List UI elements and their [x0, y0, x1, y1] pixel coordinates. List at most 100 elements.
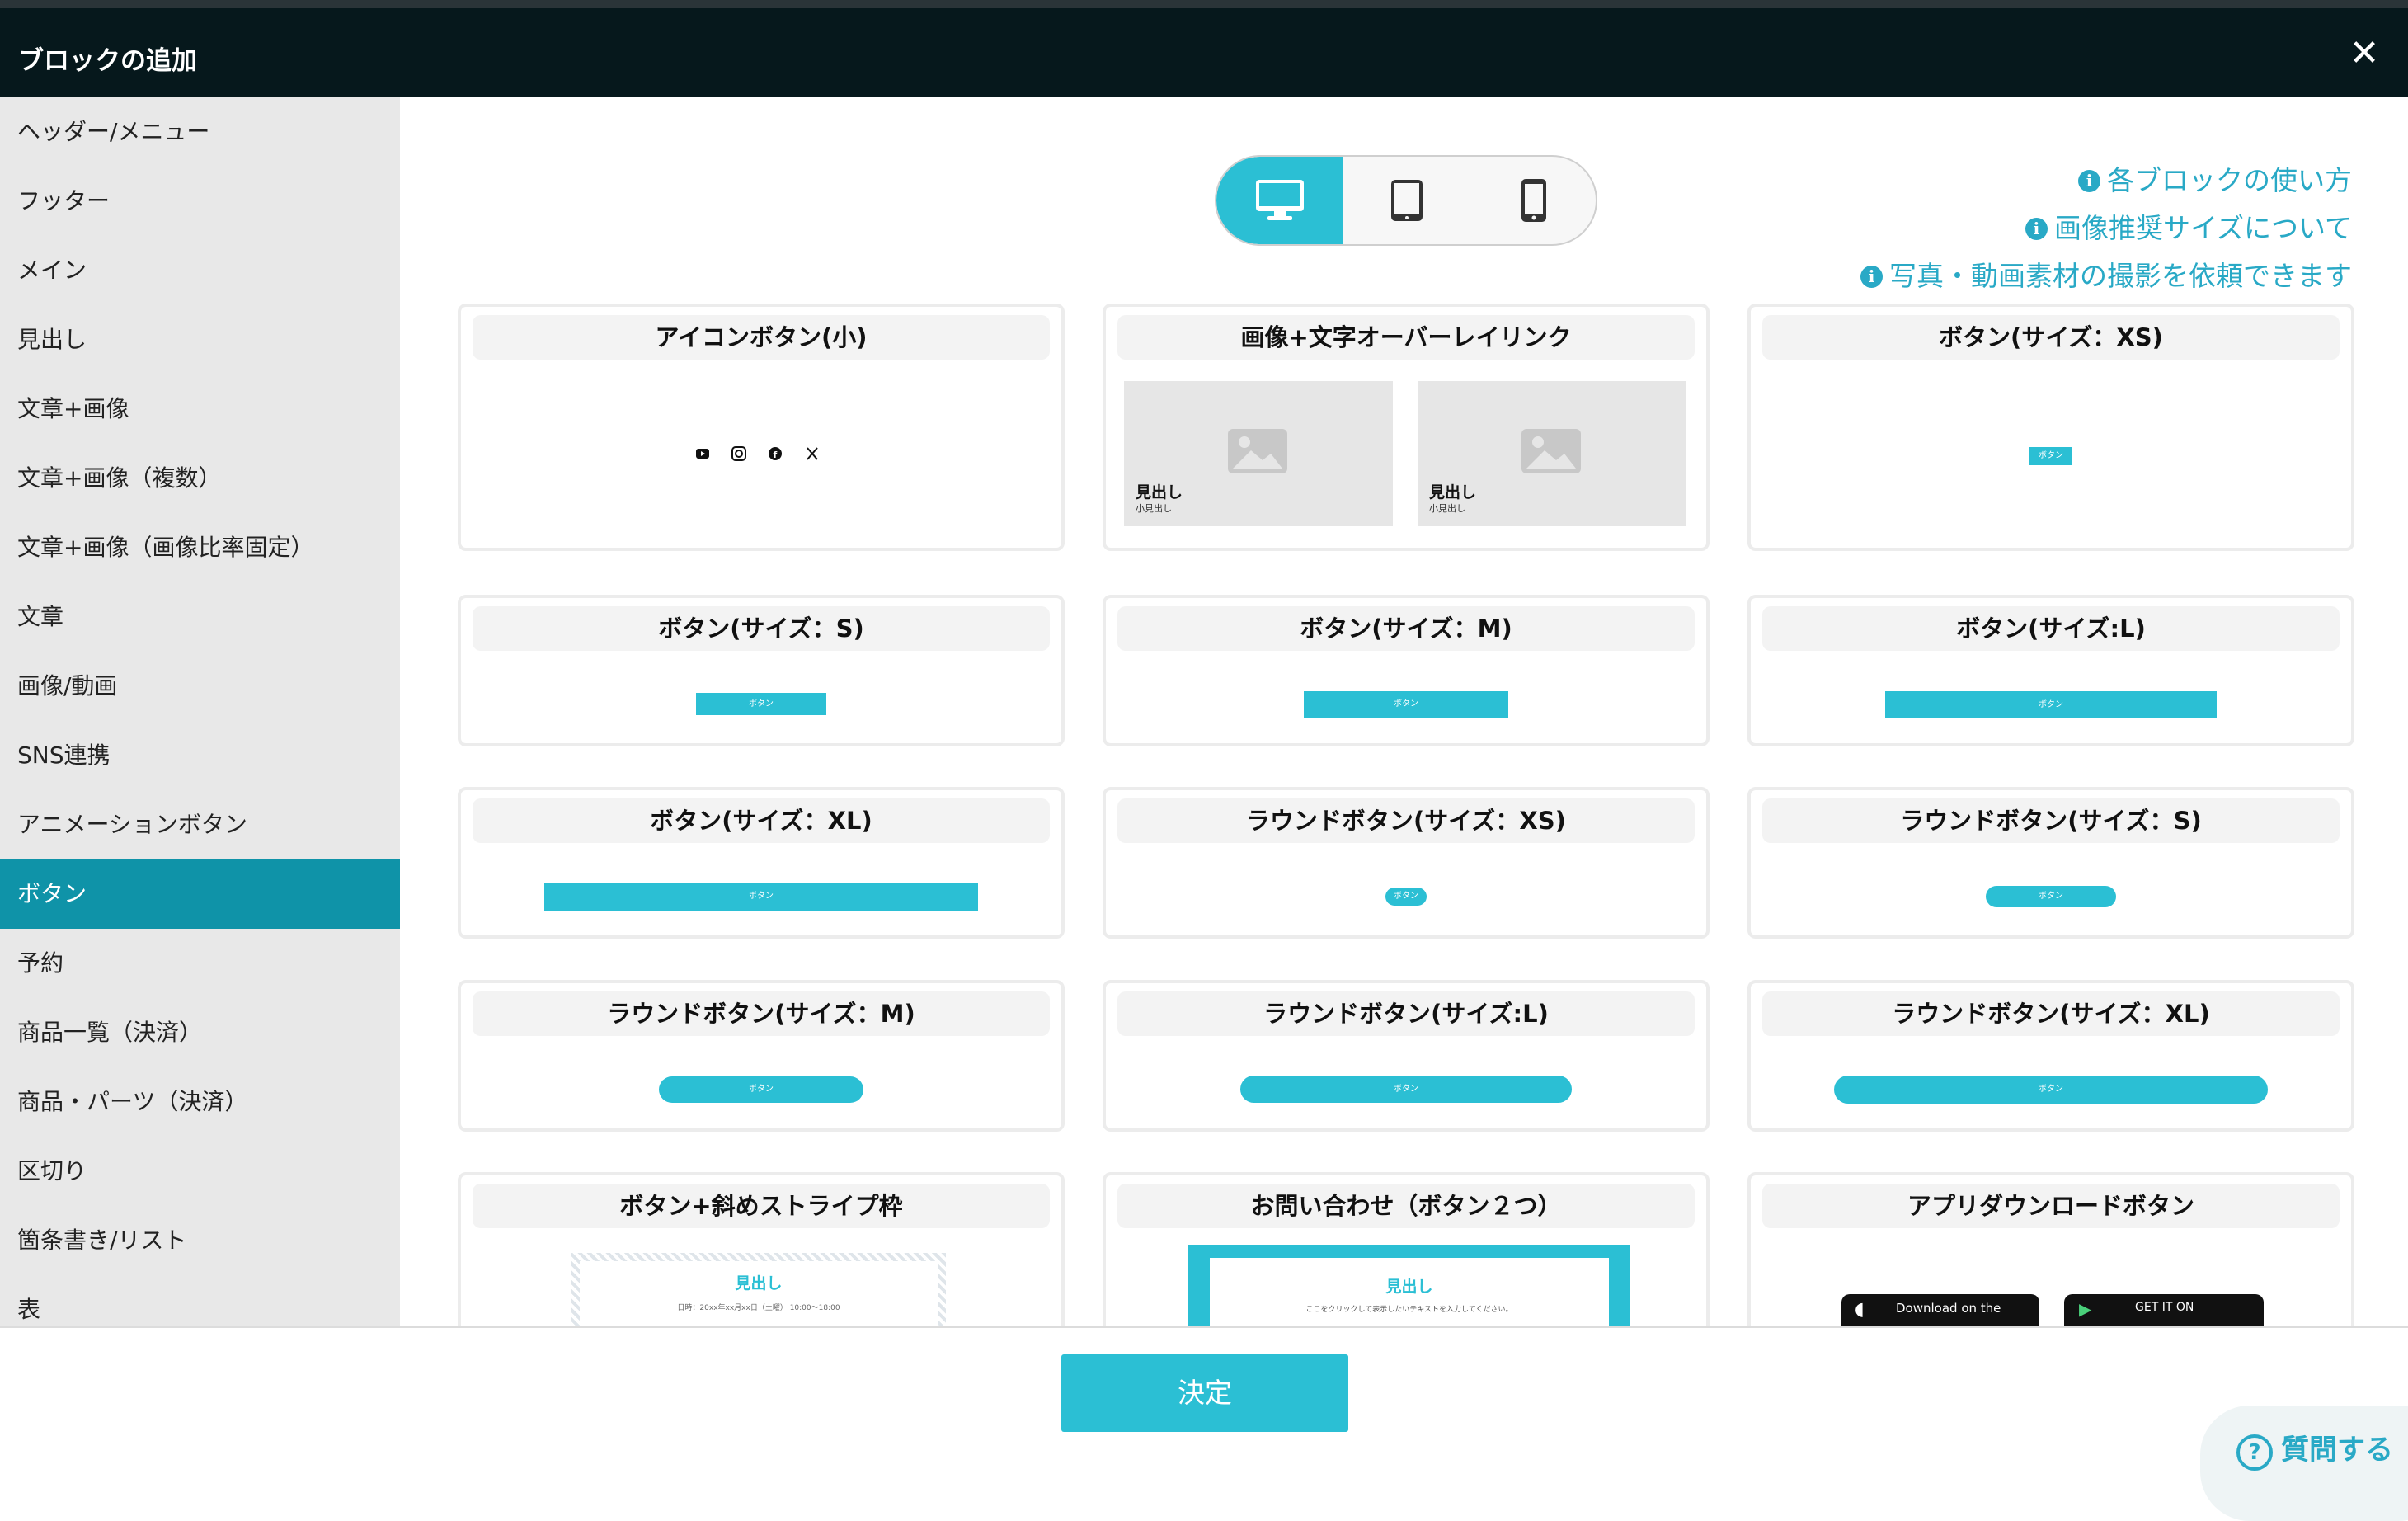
- modal-footer: 決定 ? 質問する: [0, 1326, 2408, 1521]
- card-title: ボタン(サイズ：XS): [1762, 315, 2340, 360]
- sidebar-item-table[interactable]: 表: [0, 1275, 400, 1326]
- youtube-icon: [696, 449, 709, 459]
- sample-button: ボタン: [696, 693, 826, 715]
- help-link-image-size[interactable]: i 画像推奨サイズについて: [1860, 205, 2352, 252]
- card-title: アイコンボタン(小): [473, 315, 1050, 360]
- question-icon: ?: [2236, 1434, 2273, 1471]
- sample-button: ボタン: [1885, 691, 2217, 718]
- help-link-photo-request[interactable]: i 写真・動画素材の撮影を依頼できます: [1860, 252, 2352, 300]
- image-icon: [1228, 429, 1287, 473]
- card-title: ラウンドボタン(サイズ:L): [1117, 991, 1695, 1036]
- sample-button: ボタン: [659, 1076, 863, 1103]
- image-icon: [1521, 429, 1581, 473]
- block-card-round-button-m[interactable]: ラウンドボタン(サイズ：M) ボタン: [458, 980, 1065, 1132]
- card-preview: 見出し 日時：20xx年xx月xx日（土曜） 10:00〜18:00: [461, 1228, 1061, 1326]
- card-title: ラウンドボタン(サイズ：M): [473, 991, 1050, 1036]
- card-title: 画像+文字オーバーレイリンク: [1117, 315, 1695, 360]
- sidebar-item-text-image[interactable]: 文章+画像: [0, 374, 400, 444]
- sidebar-item-text-image-fixed[interactable]: 文章+画像（画像比率固定）: [0, 513, 400, 582]
- sidebar-item-reservation[interactable]: 予約: [0, 929, 400, 998]
- sidebar-item-divider[interactable]: 区切り: [0, 1137, 400, 1206]
- sidebar-item-main[interactable]: メイン: [0, 236, 400, 305]
- desktop-icon: [1256, 180, 1304, 220]
- block-card-button-xs[interactable]: ボタン(サイズ：XS) ボタン: [1747, 304, 2354, 551]
- card-title: ボタン+斜めストライプ枠: [473, 1184, 1050, 1228]
- sidebar-item-product-list[interactable]: 商品一覧（決済）: [0, 998, 400, 1067]
- device-tablet-button[interactable]: [1343, 157, 1470, 244]
- block-card-round-button-s[interactable]: ラウンドボタン(サイズ：S) ボタン: [1747, 787, 2354, 939]
- sample-button: ボタン: [1986, 886, 2116, 907]
- card-preview: ボタン: [1751, 651, 2351, 743]
- card-title: ラウンドボタン(サイズ：S): [1762, 798, 2340, 843]
- sidebar-item-heading[interactable]: 見出し: [0, 305, 400, 374]
- card-preview: 見出し ここをクリックして表示したいテキストを入力してください。: [1106, 1228, 1706, 1326]
- card-title: ラウンドボタン(サイズ：XS): [1117, 798, 1695, 843]
- sample-button: ボタン: [1304, 691, 1508, 718]
- card-preview: ボタン: [461, 1036, 1061, 1128]
- ask-button[interactable]: ? 質問する: [2236, 1427, 2393, 1471]
- sidebar-item-image-video[interactable]: 画像/動画: [0, 652, 400, 721]
- sidebar-item-text[interactable]: 文章: [0, 582, 400, 652]
- block-card-button-s[interactable]: ボタン(サイズ：S) ボタン: [458, 595, 1065, 746]
- info-icon: i: [1860, 266, 1883, 288]
- confirm-button[interactable]: 決定: [1061, 1354, 1348, 1432]
- modal-title: ブロックの追加: [18, 46, 197, 76]
- card-title: ラウンドボタン(サイズ：XL): [1762, 991, 2340, 1036]
- block-card-button-stripe-frame[interactable]: ボタン+斜めストライプ枠 見出し 日時：20xx年xx月xx日（土曜） 10:0…: [458, 1172, 1065, 1326]
- device-desktop-button[interactable]: [1216, 157, 1343, 244]
- block-card-contact-two-buttons[interactable]: お問い合わせ（ボタン２つ） 見出し ここをクリックして表示したいテキストを入力し…: [1103, 1172, 1710, 1326]
- block-card-image-overlay-link[interactable]: 画像+文字オーバーレイリンク 見出し 小見出し 見出し 小見出し: [1103, 304, 1710, 551]
- card-title: ボタン(サイズ：S): [473, 606, 1050, 651]
- card-title: アプリダウンロードボタン: [1762, 1184, 2340, 1228]
- block-card-icon-button-small[interactable]: アイコンボタン(小) f: [458, 304, 1065, 551]
- sidebar-item-button[interactable]: ボタン: [0, 859, 400, 929]
- sidebar-item-sns[interactable]: SNS連携: [0, 721, 400, 790]
- modal-header: ブロックの追加 ✕: [0, 8, 2408, 97]
- google-play-badge: ▶ GET IT ON: [2064, 1294, 2264, 1326]
- card-title: お問い合わせ（ボタン２つ）: [1117, 1184, 1695, 1228]
- device-phone-button[interactable]: [1470, 157, 1596, 244]
- card-title: ボタン(サイズ：M): [1117, 606, 1695, 651]
- sidebar-item-product-parts[interactable]: 商品・パーツ（決済）: [0, 1067, 400, 1137]
- help-links: i 各ブロックの使い方 i 画像推奨サイズについて i 写真・動画素材の撮影を依頼でき…: [1860, 157, 2352, 300]
- sample-button: ボタン: [1834, 1076, 2268, 1104]
- info-icon: i: [2078, 170, 2100, 192]
- help-link-block-usage[interactable]: i 各ブロックの使い方: [1860, 157, 2352, 205]
- card-title: ボタン(サイズ：XL): [473, 798, 1050, 843]
- block-card-button-xl[interactable]: ボタン(サイズ：XL) ボタン: [458, 787, 1065, 939]
- card-preview: ボタン: [1751, 1036, 2351, 1128]
- block-card-app-download[interactable]: アプリダウンロードボタン ◖ Download on the ▶ GET IT …: [1747, 1172, 2354, 1326]
- card-preview: ボタン: [461, 651, 1061, 743]
- sidebar-item-footer[interactable]: フッター: [0, 167, 400, 236]
- block-card-round-button-xs[interactable]: ラウンドボタン(サイズ：XS) ボタン: [1103, 787, 1710, 939]
- block-card-round-button-xl[interactable]: ラウンドボタン(サイズ：XL) ボタン: [1747, 980, 2354, 1132]
- block-card-round-button-l[interactable]: ラウンドボタン(サイズ:L) ボタン: [1103, 980, 1710, 1132]
- card-preview: ボタン: [1751, 843, 2351, 935]
- sidebar-item-animation-button[interactable]: アニメーションボタン: [0, 790, 400, 859]
- block-card-button-l[interactable]: ボタン(サイズ:L) ボタン: [1747, 595, 2354, 746]
- top-strip: [0, 0, 2408, 8]
- contact-frame: 見出し ここをクリックして表示したいテキストを入力してください。: [1188, 1245, 1630, 1326]
- category-sidebar: ヘッダー/メニュー フッター メイン 見出し 文章+画像 文章+画像（複数） 文…: [0, 97, 400, 1326]
- device-toggle: [1215, 155, 1597, 246]
- card-preview: ボタン: [1106, 651, 1706, 743]
- apple-icon: ◖: [1855, 1299, 1865, 1320]
- image-placeholder: 見出し 小見出し: [1418, 381, 1686, 526]
- sidebar-item-header-menu[interactable]: ヘッダー/メニュー: [0, 97, 400, 167]
- card-preview: ボタン: [1106, 1036, 1706, 1128]
- sidebar-item-bullet-list[interactable]: 箇条書き/リスト: [0, 1206, 400, 1275]
- sample-button: ボタン: [1240, 1076, 1572, 1103]
- sample-button: ボタン: [1385, 888, 1427, 906]
- block-card-button-m[interactable]: ボタン(サイズ：M) ボタン: [1103, 595, 1710, 746]
- close-button[interactable]: ✕: [2344, 33, 2385, 74]
- instagram-icon: [731, 446, 746, 461]
- sidebar-item-text-image-multi[interactable]: 文章+画像（複数）: [0, 444, 400, 513]
- block-gallery: i 各ブロックの使い方 i 画像推奨サイズについて i 写真・動画素材の撮影を依頼でき…: [400, 97, 2408, 1326]
- phone-icon: [1521, 179, 1546, 222]
- image-placeholder: 見出し 小見出し: [1124, 381, 1393, 526]
- sample-button: ボタン: [2029, 447, 2072, 465]
- svg-text:f: f: [774, 450, 778, 460]
- card-preview: ボタン: [461, 843, 1061, 935]
- card-preview: 見出し 小見出し 見出し 小見出し: [1106, 360, 1706, 548]
- tablet-icon: [1391, 180, 1423, 221]
